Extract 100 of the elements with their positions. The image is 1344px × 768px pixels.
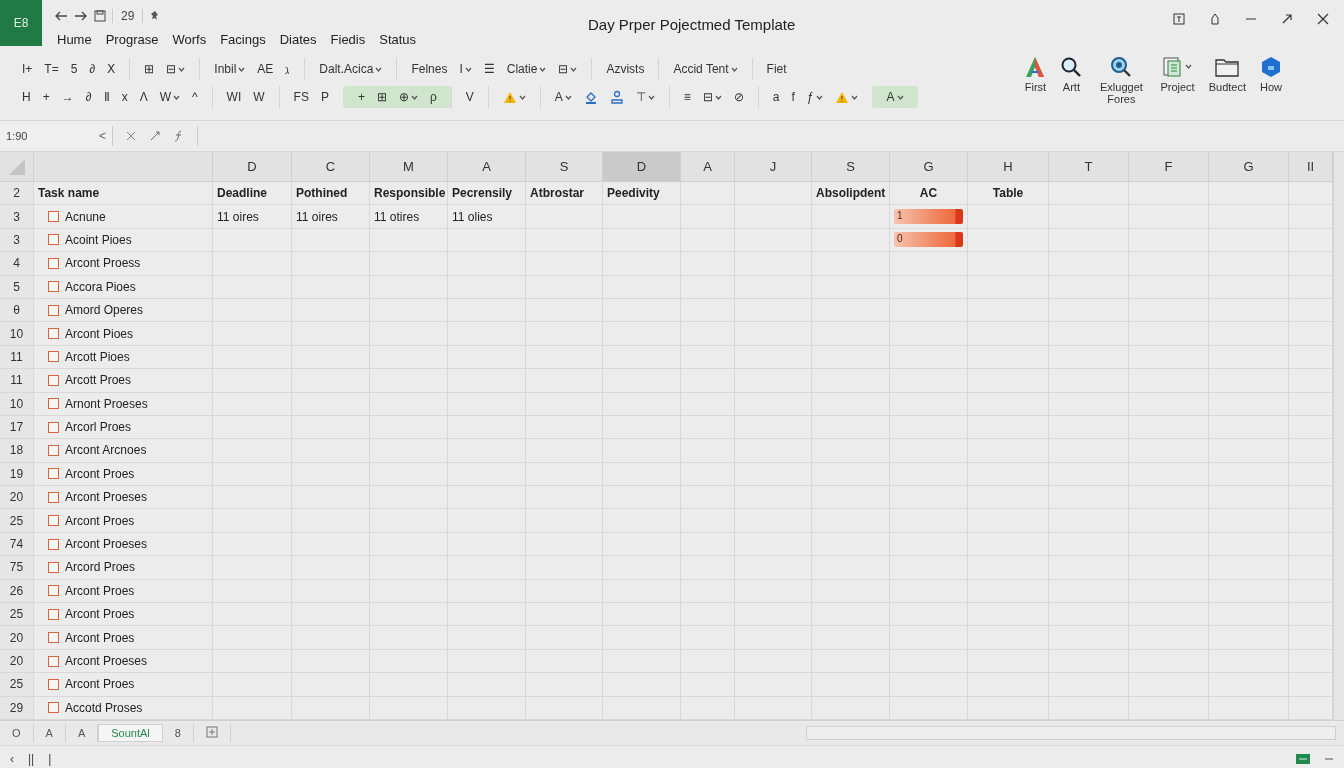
row-header[interactable]: 20 <box>0 486 34 510</box>
ribbon-button[interactable]: ∂ <box>85 59 100 79</box>
checkbox[interactable] <box>48 678 59 690</box>
ribbon-button[interactable]: W <box>249 87 269 107</box>
row-header[interactable]: 5 <box>0 275 34 299</box>
column-header[interactable]: F <box>1129 152 1209 182</box>
ribbon-button[interactable]: Clatie <box>502 59 551 79</box>
checkbox[interactable] <box>48 421 59 433</box>
ribbon-button[interactable]: Ⅹ <box>103 59 120 79</box>
checkbox[interactable] <box>48 211 59 223</box>
checkbox[interactable] <box>48 468 59 480</box>
ribbon-button[interactable]: ⊕ <box>395 87 422 107</box>
row-header[interactable]: 29 <box>0 696 34 720</box>
ribbon-button[interactable]: V <box>461 87 478 107</box>
ribbon-button[interactable]: WI <box>222 87 246 107</box>
row-header[interactable]: 10 <box>0 322 34 346</box>
checkbox[interactable] <box>48 585 59 597</box>
checkbox[interactable] <box>48 234 59 246</box>
ribbon-button[interactable]: f <box>787 87 799 107</box>
ribbon-button[interactable]: 5 <box>66 59 82 79</box>
row-header[interactable]: 18 <box>0 439 34 463</box>
vertical-scrollbar[interactable] <box>1333 152 1344 720</box>
ribbon-button[interactable]: I+ <box>18 59 37 79</box>
ribbon-button[interactable]: + <box>38 87 54 107</box>
row-header[interactable]: 25 <box>0 673 34 697</box>
row-header[interactable]: 3 <box>0 228 34 253</box>
checkbox[interactable] <box>48 304 59 316</box>
ribbon-button[interactable]: A <box>550 87 576 107</box>
checkbox[interactable] <box>48 632 59 644</box>
ribbon-large-button[interactable]: Budtect <box>1206 56 1248 93</box>
ribbon-button[interactable]: T= <box>40 59 63 79</box>
ribbon-button[interactable]: ƒ <box>802 87 827 107</box>
checkbox[interactable] <box>48 538 59 550</box>
column-header[interactable]: H <box>968 152 1049 182</box>
quick-access-text[interactable]: 29 <box>112 9 144 23</box>
ribbon-button[interactable]: Azvists <box>602 59 649 79</box>
checkbox[interactable] <box>48 374 59 386</box>
sheet-tab[interactable]: SountAl <box>98 724 163 742</box>
column-header[interactable]: J <box>735 152 812 182</box>
sheet-tab[interactable]: 8 <box>162 724 194 742</box>
ribbon-button[interactable]: → <box>57 87 78 107</box>
row-header[interactable]: 17 <box>0 415 34 440</box>
ribbon-large-button[interactable]: First <box>1022 56 1049 93</box>
horizontal-scrollbar[interactable] <box>806 726 1336 740</box>
column-header[interactable]: D <box>213 152 292 182</box>
checkbox[interactable] <box>48 445 59 456</box>
ribbon-button[interactable]: ⊞ <box>140 59 159 79</box>
ribbon-large-button[interactable]: Artt <box>1058 56 1085 93</box>
column-header[interactable]: C <box>292 152 370 182</box>
status-control[interactable]: ‹ <box>10 752 14 766</box>
status-control[interactable]: || <box>28 752 35 766</box>
checkbox[interactable] <box>48 702 59 714</box>
ribbon-button[interactable]: ⊤ <box>631 87 659 107</box>
ribbon-button[interactable]: Fiet <box>762 59 791 79</box>
add-sheet-icon[interactable] <box>205 726 218 738</box>
row-header[interactable]: 19 <box>0 462 34 487</box>
menu-tab[interactable]: Fiedis <box>323 32 373 51</box>
ribbon-button[interactable]: I <box>455 59 476 79</box>
ribbon-button[interactable]: ⊟ <box>554 59 582 79</box>
ribbon-display-icon[interactable] <box>1172 12 1186 26</box>
ribbon-large-button[interactable]: Exlugget Fores <box>1094 56 1149 105</box>
ribbon-button[interactable]: AE <box>253 59 278 79</box>
ribbon-button[interactable]: ∂ <box>81 87 96 107</box>
column-header[interactable]: M <box>370 152 448 182</box>
row-header[interactable]: 11 <box>0 369 34 393</box>
sheet-tab[interactable]: O <box>0 724 34 742</box>
undo-icon[interactable] <box>54 10 68 22</box>
column-header[interactable]: A <box>448 152 526 182</box>
row-header[interactable]: 20 <box>0 626 34 650</box>
menu-tab[interactable]: Facings <box>213 32 273 51</box>
menu-tab[interactable]: Diates <box>272 32 324 51</box>
close-icon[interactable] <box>1316 12 1330 26</box>
row-header[interactable]: 74 <box>0 532 34 557</box>
ribbon-button[interactable]: ⊘ <box>729 87 748 107</box>
cancel-icon[interactable] <box>125 130 137 142</box>
ribbon-button[interactable]: Accid Tent <box>669 59 742 79</box>
ribbon-button[interactable]: Felnes <box>407 59 452 79</box>
ribbon-button[interactable]: W <box>155 87 184 107</box>
checkbox[interactable] <box>48 398 59 410</box>
row-header[interactable]: 2 <box>0 182 34 206</box>
checkbox[interactable] <box>48 257 59 269</box>
ribbon-button[interactable]: ⊟ <box>698 87 726 107</box>
menu-tab[interactable]: Prograse <box>98 32 166 51</box>
row-header[interactable]: 4 <box>0 252 34 276</box>
row-header[interactable]: 3 <box>0 205 34 229</box>
ribbon-large-button[interactable]: How <box>1258 56 1284 93</box>
checkbox[interactable] <box>48 655 59 667</box>
ribbon-button[interactable]: ☰ <box>479 59 499 79</box>
ribbon-button[interactable]: + <box>353 87 369 107</box>
row-header[interactable]: 75 <box>0 556 34 580</box>
ribbon-button[interactable]: FS <box>289 87 313 107</box>
ribbon-button[interactable]: ^ <box>187 87 202 107</box>
row-header[interactable]: 20 <box>0 649 34 674</box>
checkbox[interactable] <box>48 491 59 503</box>
row-header[interactable]: 10 <box>0 392 34 416</box>
confirm-icon[interactable] <box>149 130 161 142</box>
column-header[interactable]: S <box>812 152 890 182</box>
checkbox[interactable] <box>48 328 59 340</box>
share-icon[interactable] <box>1208 12 1222 26</box>
column-header[interactable]: T <box>1049 152 1129 182</box>
